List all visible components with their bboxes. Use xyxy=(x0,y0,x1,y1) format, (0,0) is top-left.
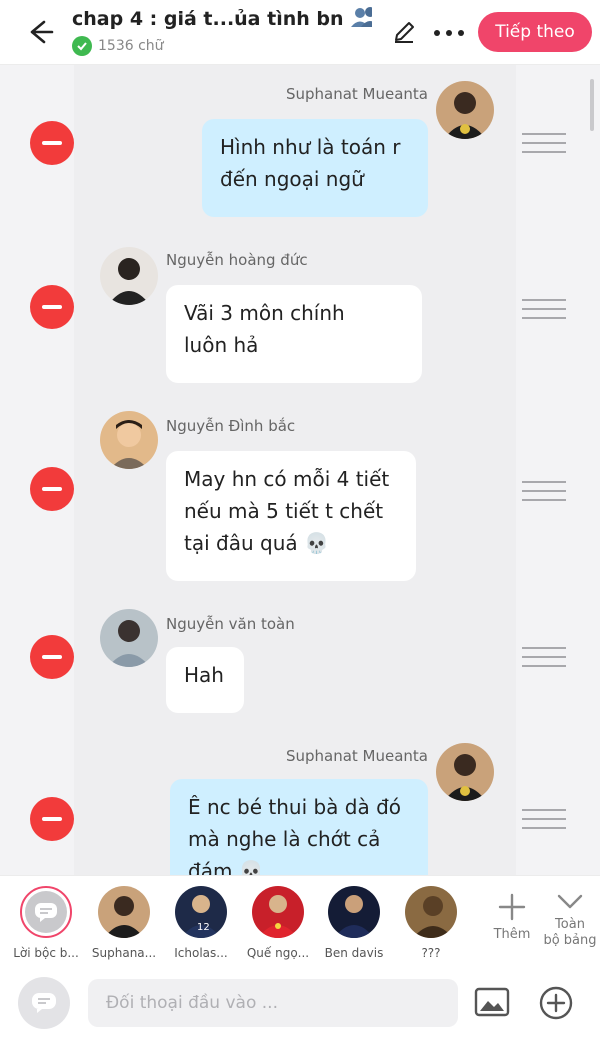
chat-bubble[interactable]: Hah xyxy=(166,647,244,713)
dialogue-input[interactable] xyxy=(88,979,458,1027)
sender-name: Nguyễn Đình bắc xyxy=(166,417,296,435)
chat-editor: Suphanat Mueanta Hình như là toán r đến … xyxy=(0,65,600,875)
avatar xyxy=(405,886,457,938)
word-count-text: 1536 chữ xyxy=(98,38,164,54)
more-dots-icon[interactable] xyxy=(432,26,466,40)
chevron-down-icon xyxy=(557,894,583,909)
plus-icon xyxy=(498,893,526,921)
drag-handle-icon[interactable] xyxy=(522,133,566,155)
header-bar: chap 4 : giá t...ủa tình bn 1536 chữ Tiế… xyxy=(0,0,600,65)
narration-toggle[interactable] xyxy=(18,977,70,1029)
narration-icon xyxy=(20,886,72,938)
avatar xyxy=(252,886,304,938)
add-circle-icon[interactable] xyxy=(538,985,574,1021)
delete-minus-icon[interactable] xyxy=(30,121,74,165)
drag-handle-icon[interactable] xyxy=(522,481,566,503)
full-board-button[interactable]: Toàn bộ bảng xyxy=(542,890,598,949)
chat-bubble[interactable]: Ê nc bé thui bà dà đó mà nghe là chớt cả… xyxy=(170,779,428,875)
sender-name: Nguyễn văn toàn xyxy=(166,615,295,633)
image-icon[interactable] xyxy=(474,987,510,1017)
character-bar: Lời bộc b... Suphana... 12 Icholas... Qu… xyxy=(0,875,600,966)
chapter-title[interactable]: chap 4 : giá t...ủa tình bn xyxy=(72,6,372,30)
avatar[interactable] xyxy=(100,247,158,305)
character-icholas[interactable]: 12 Icholas... xyxy=(161,886,241,960)
input-bar xyxy=(0,965,600,1038)
add-character-button[interactable]: Thêm xyxy=(484,892,540,943)
avatar[interactable] xyxy=(100,609,158,667)
drag-handle-icon[interactable] xyxy=(522,809,566,831)
character-suphanat[interactable]: Suphana... xyxy=(84,886,164,960)
next-button[interactable]: Tiếp theo xyxy=(478,12,592,52)
avatar xyxy=(98,886,150,938)
character-unknown[interactable]: ??? xyxy=(391,886,471,960)
back-arrow-icon[interactable] xyxy=(22,14,58,50)
sender-name: Suphanat Mueanta xyxy=(285,747,428,765)
delete-minus-icon[interactable] xyxy=(30,797,74,841)
sender-name: Nguyễn hoàng đức xyxy=(166,251,308,269)
chat-bubble[interactable]: May hn có mỗi 4 tiết nếu mà 5 tiết t chế… xyxy=(166,451,416,581)
drag-handle-icon[interactable] xyxy=(522,647,566,669)
chat-bubble[interactable]: Hình như là toán r đến ngoại ngữ xyxy=(202,119,428,217)
avatar[interactable] xyxy=(436,81,494,139)
avatar[interactable] xyxy=(100,411,158,469)
character-que-ngoc[interactable]: Quế ngọ... xyxy=(238,886,318,960)
edit-pen-icon[interactable] xyxy=(390,18,418,46)
group-icon xyxy=(351,7,372,27)
avatar[interactable] xyxy=(436,743,494,801)
character-narration[interactable]: Lời bộc b... xyxy=(6,886,86,960)
word-count: 1536 chữ xyxy=(72,36,164,56)
delete-minus-icon[interactable] xyxy=(30,285,74,329)
svg-text:12: 12 xyxy=(197,922,210,933)
delete-minus-icon[interactable] xyxy=(30,467,74,511)
avatar xyxy=(328,886,380,938)
delete-minus-icon[interactable] xyxy=(30,635,74,679)
scrollbar[interactable] xyxy=(590,79,594,131)
drag-handle-icon[interactable] xyxy=(522,299,566,321)
character-ben-davis[interactable]: Ben davis xyxy=(314,886,394,960)
sender-name: Suphanat Mueanta xyxy=(285,85,428,103)
chat-bubble[interactable]: Vãi 3 môn chính luôn hả xyxy=(166,285,422,383)
avatar: 12 xyxy=(175,886,227,938)
verified-check-icon xyxy=(72,36,92,56)
narration-icon xyxy=(32,993,56,1013)
